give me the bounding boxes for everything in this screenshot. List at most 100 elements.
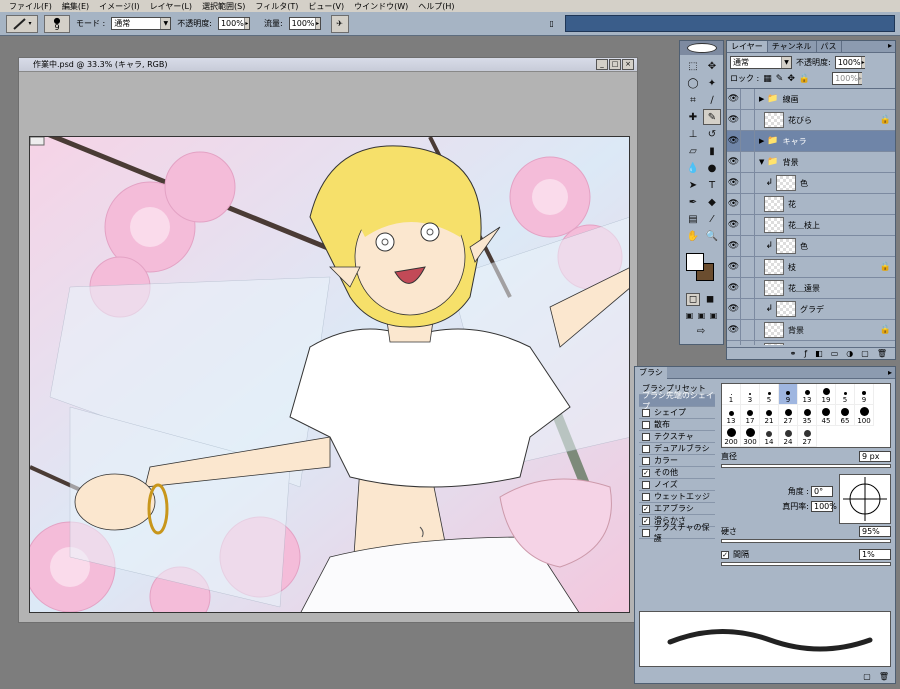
- brush-preset-cell[interactable]: 9: [855, 384, 874, 405]
- brush-preset-cell[interactable]: 45: [817, 405, 836, 426]
- brush-preset-cell[interactable]: 1: [722, 384, 741, 405]
- brush-preset-cell[interactable]: 5: [760, 384, 779, 405]
- layer-row[interactable]: 👁 花＿枝上: [727, 215, 895, 236]
- menu-select[interactable]: 選択範囲(S): [197, 1, 250, 12]
- brush-option-item[interactable]: ✓ エアブラシ: [639, 503, 715, 515]
- checkbox[interactable]: [642, 444, 650, 453]
- link-box[interactable]: [741, 236, 755, 256]
- eraser-tool-icon[interactable]: ▱: [684, 143, 702, 159]
- trash-icon[interactable]: 🗑: [877, 349, 887, 358]
- airbrush-toggle[interactable]: ✈: [330, 14, 349, 33]
- angle-field[interactable]: 0°: [811, 486, 833, 497]
- hardness-slider[interactable]: [721, 539, 891, 543]
- type-tool-icon[interactable]: T: [703, 177, 721, 193]
- layer-row[interactable]: 👁 ▶ 📁 線画: [727, 89, 895, 110]
- angle-roundness-preview[interactable]: [839, 474, 891, 524]
- brush-preset-cell[interactable]: 17: [741, 405, 760, 426]
- eye-icon[interactable]: 👁: [727, 110, 741, 130]
- tool-palette-header[interactable]: [680, 41, 723, 55]
- standard-mode-icon[interactable]: ◻: [686, 293, 701, 306]
- notes-tool-icon[interactable]: ▤: [684, 211, 702, 227]
- eye-icon[interactable]: 👁: [727, 89, 741, 109]
- screen-mode-2-icon[interactable]: ▣: [696, 310, 707, 321]
- fx-icon[interactable]: ƒ: [804, 349, 807, 358]
- layer-row[interactable]: 👁用紙: [727, 341, 895, 345]
- checkbox[interactable]: [642, 408, 650, 417]
- eye-icon[interactable]: 👁: [727, 173, 741, 193]
- menu-edit[interactable]: 編集(E): [57, 1, 94, 12]
- brush-preset-cell[interactable]: 13: [798, 384, 817, 405]
- brush-preset-cell[interactable]: 5: [836, 384, 855, 405]
- healing-brush-icon[interactable]: ✚: [684, 109, 702, 125]
- brush-option-item[interactable]: デュアルブラシ: [639, 443, 715, 455]
- eye-icon[interactable]: 👁: [727, 278, 741, 298]
- tab-paths[interactable]: パス: [817, 41, 842, 52]
- eye-icon[interactable]: 👁: [727, 257, 741, 277]
- hardness-field[interactable]: 95%: [859, 526, 891, 537]
- layer-opacity-field[interactable]: 100% ▸: [834, 56, 865, 69]
- brush-preset-cell[interactable]: 9: [779, 384, 798, 405]
- lock-move-icon[interactable]: ✥: [787, 74, 795, 84]
- eye-icon[interactable]: 👁: [727, 236, 741, 256]
- checkbox[interactable]: [642, 420, 650, 429]
- spacing-field[interactable]: 1%: [859, 549, 891, 560]
- brush-preset-cell[interactable]: 200: [722, 426, 741, 447]
- checkbox[interactable]: [642, 432, 650, 441]
- spacing-checkbox[interactable]: ✓: [721, 550, 729, 559]
- link-box[interactable]: [741, 110, 755, 130]
- maximize-button[interactable]: □: [609, 59, 621, 70]
- canvas-artwork[interactable]: [29, 136, 630, 613]
- link-box[interactable]: [741, 173, 755, 193]
- eye-icon[interactable]: 👁: [727, 215, 741, 235]
- brush-preset-cell[interactable]: 24: [779, 426, 798, 447]
- diameter-field[interactable]: 9 px: [859, 451, 891, 462]
- checkbox[interactable]: [642, 480, 650, 489]
- file-browser-button[interactable]: ▯: [545, 17, 559, 31]
- eye-icon[interactable]: 👁: [727, 341, 741, 345]
- menu-file[interactable]: ファイル(F): [4, 1, 57, 12]
- link-box[interactable]: [741, 320, 755, 340]
- diameter-slider[interactable]: [721, 464, 891, 468]
- eye-icon[interactable]: 👁: [727, 320, 741, 340]
- screen-mode-3-icon[interactable]: ▣: [708, 310, 719, 321]
- eye-icon[interactable]: 👁: [727, 152, 741, 172]
- brush-preset-cell[interactable]: 3: [741, 384, 760, 405]
- foreground-color-swatch[interactable]: [686, 253, 704, 271]
- eye-icon[interactable]: 👁: [727, 131, 741, 151]
- trash-icon[interactable]: 🗑: [879, 672, 889, 681]
- brush-preset-cell[interactable]: 27: [798, 426, 817, 447]
- checkbox[interactable]: [642, 528, 650, 537]
- checkbox[interactable]: ✓: [642, 516, 650, 525]
- link-box[interactable]: [741, 89, 755, 109]
- menu-filter[interactable]: フィルタ(T): [250, 1, 303, 12]
- chevron-down-icon[interactable]: ▼: [759, 158, 764, 166]
- link-box[interactable]: [741, 194, 755, 214]
- eye-icon[interactable]: 👁: [727, 299, 741, 319]
- link-box[interactable]: [741, 278, 755, 298]
- checkbox[interactable]: [642, 492, 650, 501]
- brush-preset-cell[interactable]: 19: [817, 384, 836, 405]
- magic-wand-tool-icon[interactable]: ✦: [703, 75, 721, 91]
- palette-menu-icon[interactable]: ▸: [888, 41, 895, 52]
- crop-tool-icon[interactable]: ⌗: [684, 92, 702, 108]
- adjustment-layer-icon[interactable]: ◑: [846, 349, 853, 358]
- brush-tool-icon[interactable]: ✎: [703, 109, 721, 125]
- minimize-button[interactable]: _: [596, 59, 608, 70]
- link-box[interactable]: [741, 341, 755, 345]
- brush-preset-cell[interactable]: 65: [836, 405, 855, 426]
- link-box[interactable]: [741, 215, 755, 235]
- pen-tool-icon[interactable]: ✒: [684, 194, 702, 210]
- tab-channels[interactable]: チャンネル: [768, 41, 817, 52]
- shape-tool-icon[interactable]: ◆: [703, 194, 721, 210]
- roundness-field[interactable]: 100%: [811, 501, 837, 512]
- jump-to-imageready-icon[interactable]: ⇨: [692, 323, 710, 339]
- link-box[interactable]: [741, 131, 755, 151]
- dodge-tool-icon[interactable]: ●: [703, 160, 721, 176]
- brush-preset-cell[interactable]: 21: [760, 405, 779, 426]
- brush-preset-cell[interactable]: 14: [760, 426, 779, 447]
- eyedropper-tool-icon[interactable]: ⁄: [703, 211, 721, 227]
- brush-preset-cell[interactable]: 100: [855, 405, 874, 426]
- lasso-tool-icon[interactable]: ◯: [684, 75, 702, 91]
- brush-preset-cell[interactable]: 13: [722, 405, 741, 426]
- brush-size-picker[interactable]: ● 9: [44, 14, 70, 33]
